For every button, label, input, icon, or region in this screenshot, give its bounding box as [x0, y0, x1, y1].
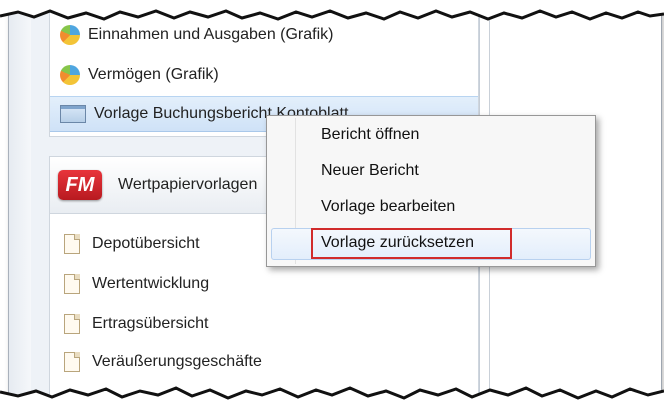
fm-logo: FM	[58, 170, 102, 200]
list-item-label: Ertragsübersicht	[92, 315, 209, 332]
list-item-vermoegen[interactable]: Vermögen (Grafik)	[50, 58, 478, 92]
left-scroll-strip	[9, 6, 32, 410]
annotation-highlight-box	[311, 228, 512, 259]
pie-chart-icon	[60, 65, 80, 85]
list-item-einnahmen-ausgaben[interactable]: Einnahmen und Ausgaben (Grafik)	[50, 18, 478, 52]
list-item-veraeusserungsgeschaefte[interactable]: Veräußerungsgeschäfte	[50, 345, 478, 379]
document-icon	[64, 314, 80, 334]
document-icon	[64, 234, 80, 254]
group-title: Wertpapiervorlagen	[118, 176, 258, 193]
list-item-label: Veräußerungsgeschäfte	[92, 353, 262, 370]
pie-chart-icon	[60, 25, 80, 45]
list-item-ertragsuebersicht[interactable]: Ertragsübersicht	[50, 307, 478, 341]
list-item-label: Depotübersicht	[92, 235, 200, 252]
menu-item-vorlage-bearbeiten[interactable]: Vorlage bearbeiten	[321, 192, 455, 222]
document-icon	[64, 352, 80, 372]
menu-item-neuer-bericht[interactable]: Neuer Bericht	[321, 156, 419, 186]
list-item-wertentwicklung[interactable]: Wertentwicklung	[50, 267, 478, 301]
menu-item-bericht-oeffnen[interactable]: Bericht öffnen	[321, 120, 419, 150]
list-item-label: Vermögen (Grafik)	[88, 66, 219, 83]
document-icon	[64, 274, 80, 294]
window-icon	[60, 105, 86, 123]
list-item-label: Wertentwicklung	[92, 275, 210, 292]
list-item-label: Einnahmen und Ausgaben (Grafik)	[88, 26, 334, 43]
